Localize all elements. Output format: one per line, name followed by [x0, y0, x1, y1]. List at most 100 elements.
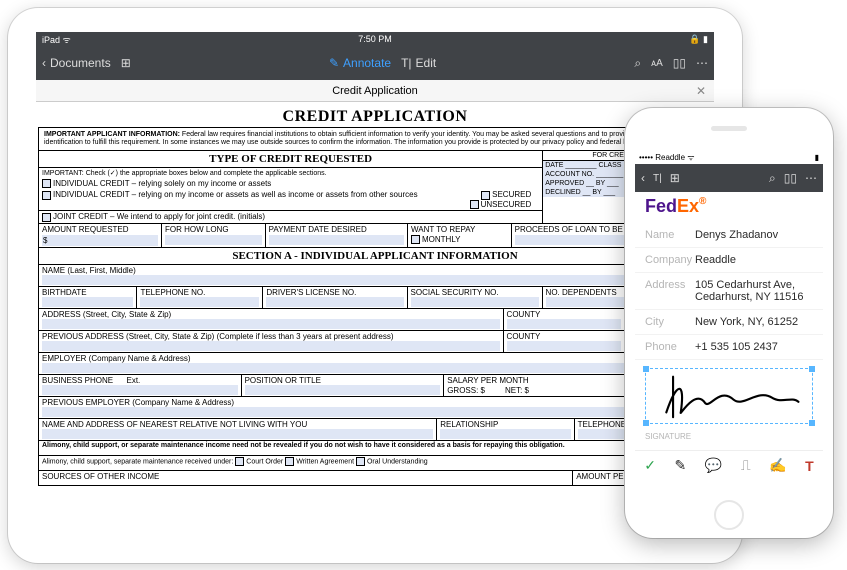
county-field[interactable] [507, 319, 621, 329]
text-icon: T| [401, 56, 411, 70]
home-button[interactable] [714, 500, 744, 530]
edit-tab[interactable]: T|Edit [401, 56, 436, 70]
book-icon[interactable]: ▯▯ [673, 56, 686, 70]
comment-icon[interactable]: 💬 [705, 457, 722, 474]
back-button[interactable]: ‹Documents [42, 56, 111, 70]
secured-label: SECURED [492, 190, 531, 199]
individual-credit-checkbox[interactable] [42, 179, 51, 188]
battery-icon: ▮ [703, 34, 708, 44]
form-fields: NameDenys Zhadanov CompanyReaddle Addres… [635, 221, 823, 362]
position-label: POSITION OR TITLE [245, 376, 321, 385]
prev-address-label: PREVIOUS ADDRESS (Street, City, State & … [42, 332, 394, 341]
annotate-tab[interactable]: ✎Annotate [329, 56, 391, 70]
name-label: NAME (Last, First, Middle) [42, 266, 136, 275]
relative-field[interactable] [42, 429, 433, 439]
search-icon[interactable]: ⌕ [769, 171, 776, 186]
secured-checkbox[interactable] [481, 191, 490, 200]
repay-label: WANT TO REPAY [411, 225, 475, 234]
iphone-speaker [711, 126, 747, 131]
prev-address-field[interactable] [42, 341, 500, 351]
font-size-icon[interactable]: ᴀA [651, 58, 663, 69]
text-icon[interactable]: T| [653, 173, 662, 184]
dln-field[interactable] [266, 297, 403, 307]
prev-employer-field[interactable] [42, 407, 708, 417]
resize-handle[interactable] [643, 366, 649, 372]
by-label-2: BY [592, 189, 601, 196]
document-title: Credit Application [332, 85, 418, 97]
payment-date-label: PAYMENT DATE DESIRED [269, 225, 367, 234]
business-phone-label: BUSINESS PHONE [42, 376, 113, 385]
ipad-status-bar: iPad ᯤ 7:50 PM 🔒 ▮ [36, 32, 714, 46]
alimony-received-label: Alimony, child support, separate mainten… [42, 458, 233, 465]
address-field[interactable] [42, 319, 500, 329]
unsecured-checkbox[interactable] [470, 200, 479, 209]
signature-icon[interactable]: ✍ [769, 457, 786, 474]
time-label: 7:50 PM [264, 34, 486, 44]
iphone-carrier: Readdle [655, 153, 685, 162]
name-field[interactable] [42, 275, 708, 285]
class-label: CLASS [598, 162, 621, 169]
field-city[interactable]: CityNew York, NY, 61252 [635, 310, 823, 335]
employer-field[interactable] [42, 363, 708, 373]
how-long-field[interactable] [165, 235, 262, 245]
position-field[interactable] [245, 385, 441, 395]
text-tool-icon[interactable]: T [805, 458, 814, 474]
dln-label: DRIVER'S LICENSE NO. [266, 288, 356, 297]
amount-field[interactable]: $ [42, 235, 158, 246]
relationship-field[interactable] [440, 429, 570, 439]
oral-checkbox[interactable] [356, 457, 365, 466]
county-field-2[interactable] [507, 341, 621, 351]
field-phone[interactable]: Phone+1 535 105 2437 [635, 335, 823, 360]
dependents-field[interactable] [546, 297, 637, 307]
monthly-label: MONTHLY [422, 235, 461, 244]
payment-date-field[interactable] [269, 235, 404, 245]
court-order-checkbox[interactable] [235, 457, 244, 466]
signature-box[interactable] [645, 368, 813, 424]
sources-label: SOURCES OF OTHER INCOME [39, 471, 573, 485]
back-icon[interactable]: ‹ [641, 171, 645, 185]
close-icon[interactable]: ✕ [696, 84, 706, 98]
field-company[interactable]: CompanyReaddle [635, 248, 823, 273]
grid-icon[interactable]: ⊞ [121, 56, 131, 70]
book-icon[interactable]: ▯▯ [784, 171, 797, 185]
pen-icon[interactable]: ✎ [675, 457, 687, 474]
monthly-checkbox[interactable] [411, 235, 420, 244]
telephone-label: TELEPHONE NO. [140, 288, 205, 297]
grid-icon[interactable]: ⊞ [670, 171, 680, 185]
resize-handle[interactable] [809, 366, 815, 372]
how-long-label: FOR HOW LONG [165, 225, 229, 234]
address-label: ADDRESS (Street, City, State & Zip) [42, 310, 171, 319]
section-a-heading: SECTION A - INDIVIDUAL APPLICANT INFORMA… [39, 248, 711, 264]
joint-credit-checkbox[interactable] [42, 213, 51, 222]
individual-credit-2-label: INDIVIDUAL CREDIT – relying on my income… [53, 190, 418, 199]
relationship-label: RELATIONSHIP [440, 420, 498, 429]
document-title-bar: Credit Application ✕ [36, 80, 714, 102]
written-checkbox[interactable] [285, 457, 294, 466]
joint-credit-label: JOINT CREDIT – We intend to apply for jo… [53, 212, 265, 221]
stamp-icon[interactable]: ⎍ [741, 457, 751, 474]
field-address[interactable]: Address105 Cedarhurst Ave, Cedarhurst, N… [635, 273, 823, 310]
business-phone-field[interactable] [42, 385, 238, 395]
resize-handle[interactable] [809, 420, 815, 426]
county-label-2: COUNTY [507, 332, 541, 341]
amount-requested-label: AMOUNT REQUESTED [42, 225, 129, 234]
chevron-left-icon: ‹ [42, 56, 46, 70]
individual-credit-2-checkbox[interactable] [42, 191, 51, 200]
birthdate-field[interactable] [42, 297, 133, 307]
more-icon[interactable]: ⋯ [696, 56, 708, 70]
gross-label: GROSS: $ [447, 386, 485, 395]
date-label: DATE [545, 162, 563, 169]
ssn-field[interactable] [411, 297, 539, 307]
more-icon[interactable]: ⋯ [805, 171, 817, 185]
alimony-note: Alimony, child support, or separate main… [39, 441, 711, 455]
telephone-field[interactable] [140, 297, 259, 307]
ipad-screen: iPad ᯤ 7:50 PM 🔒 ▮ ‹Documents ⊞ ✎Annotat… [36, 32, 714, 542]
type-of-credit-heading: TYPE OF CREDIT REQUESTED [39, 151, 542, 168]
dependents-label: NO. DEPENDENTS [546, 288, 617, 297]
search-icon[interactable]: ⌕ [634, 56, 641, 71]
employer-label: EMPLOYER (Company Name & Address) [42, 354, 191, 363]
field-name[interactable]: NameDenys Zhadanov [635, 223, 823, 248]
iphone-status-bar: ••••• Readdle ᯤ ▮ [635, 150, 823, 164]
confirm-icon[interactable]: ✓ [644, 457, 656, 474]
resize-handle[interactable] [643, 420, 649, 426]
